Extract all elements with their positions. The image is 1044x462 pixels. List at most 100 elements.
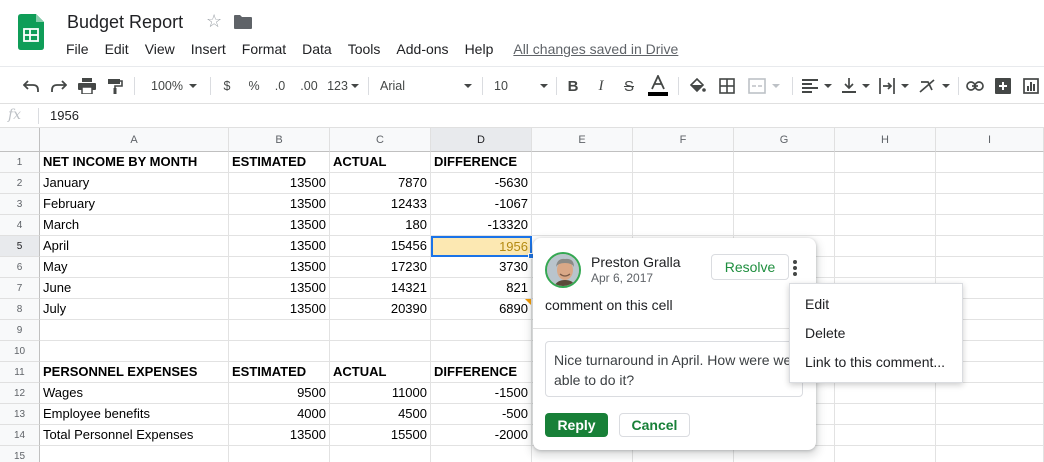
cell-i6[interactable] [936, 257, 1044, 278]
bold-icon[interactable]: B [564, 74, 582, 98]
insert-link-icon[interactable] [964, 74, 986, 98]
cell-b13[interactable]: 4000 [229, 404, 330, 425]
cell-b11[interactable]: ESTIMATED [229, 362, 330, 383]
cell-h13[interactable] [835, 404, 936, 425]
cell-c2[interactable]: 7870 [330, 173, 431, 194]
cell-d10[interactable] [431, 341, 532, 362]
folder-icon[interactable] [234, 15, 252, 29]
column-header-g[interactable]: G [734, 128, 835, 152]
menu-item-edit[interactable]: Edit [790, 290, 962, 319]
cell-g2[interactable] [734, 173, 835, 194]
cell-f2[interactable] [633, 173, 734, 194]
cell-d2[interactable]: -5630 [431, 173, 532, 194]
star-icon[interactable]: ☆ [206, 11, 222, 32]
cell-a13[interactable]: Employee benefits [40, 404, 229, 425]
cell-c3[interactable]: 12433 [330, 194, 431, 215]
row-header-14[interactable]: 14 [0, 425, 40, 446]
cell-b7[interactable]: 13500 [229, 278, 330, 299]
increase-decimals-button[interactable]: .00 [296, 74, 322, 98]
column-header-a[interactable]: A [40, 128, 229, 152]
menu-insert[interactable]: Insert [183, 40, 234, 58]
fill-color-icon[interactable] [686, 74, 708, 98]
cell-i4[interactable] [936, 215, 1044, 236]
cell-g1[interactable] [734, 152, 835, 173]
resolve-button[interactable]: Resolve [711, 254, 789, 280]
formula-input[interactable]: 1956 [50, 108, 79, 123]
column-header-i[interactable]: I [936, 128, 1044, 152]
cell-h6[interactable] [835, 257, 936, 278]
cell-f1[interactable] [633, 152, 734, 173]
row-header-7[interactable]: 7 [0, 278, 40, 299]
cell-a4[interactable]: March [40, 215, 229, 236]
cell-f4[interactable] [633, 215, 734, 236]
cell-c12[interactable]: 11000 [330, 383, 431, 404]
more-vert-icon[interactable] [790, 258, 800, 278]
menu-file[interactable]: File [58, 40, 97, 58]
column-header-b[interactable]: B [229, 128, 330, 152]
currency-format-button[interactable]: $ [218, 74, 236, 98]
percent-format-button[interactable]: % [244, 74, 264, 98]
cell-b5[interactable]: 13500 [229, 236, 330, 257]
text-rotation-icon[interactable] [916, 74, 952, 98]
cell-c7[interactable]: 14321 [330, 278, 431, 299]
cell-i14[interactable] [936, 425, 1044, 446]
cell-a7[interactable]: June [40, 278, 229, 299]
cell-b8[interactable]: 13500 [229, 299, 330, 320]
zoom-select[interactable]: 100% [146, 74, 202, 98]
column-header-c[interactable]: C [330, 128, 431, 152]
cell-i12[interactable] [936, 383, 1044, 404]
more-formats-select[interactable]: 123 [326, 74, 360, 98]
cell-a12[interactable]: Wages [40, 383, 229, 404]
cell-e1[interactable] [532, 152, 633, 173]
cell-c14[interactable]: 15500 [330, 425, 431, 446]
cell-e3[interactable] [532, 194, 633, 215]
cell-d5[interactable]: 1956 [431, 236, 532, 257]
text-wrapping-icon[interactable] [878, 74, 910, 98]
cell-a14[interactable]: Total Personnel Expenses [40, 425, 229, 446]
cell-d12[interactable]: -1500 [431, 383, 532, 404]
menu-format[interactable]: Format [234, 40, 294, 58]
cell-a10[interactable] [40, 341, 229, 362]
cell-g3[interactable] [734, 194, 835, 215]
menu-edit[interactable]: Edit [97, 40, 137, 58]
menu-tools[interactable]: Tools [340, 40, 389, 58]
row-header-6[interactable]: 6 [0, 257, 40, 278]
save-status-link[interactable]: All changes saved in Drive [509, 40, 682, 58]
sheets-logo-icon[interactable] [18, 14, 44, 50]
cell-a8[interactable]: July [40, 299, 229, 320]
menu-help[interactable]: Help [457, 40, 502, 58]
cell-c13[interactable]: 4500 [330, 404, 431, 425]
row-header-5[interactable]: 5 [0, 236, 40, 257]
cell-f3[interactable] [633, 194, 734, 215]
cell-b4[interactable]: 13500 [229, 215, 330, 236]
horizontal-align-icon[interactable] [800, 74, 834, 98]
row-header-11[interactable]: 11 [0, 362, 40, 383]
menu-item-link-to-comment[interactable]: Link to this comment... [790, 348, 962, 377]
borders-icon[interactable] [716, 74, 738, 98]
row-header-8[interactable]: 8 [0, 299, 40, 320]
row-header-1[interactable]: 1 [0, 152, 40, 173]
cell-a2[interactable]: January [40, 173, 229, 194]
cell-c15[interactable] [330, 446, 431, 462]
cell-d14[interactable]: -2000 [431, 425, 532, 446]
cell-b12[interactable]: 9500 [229, 383, 330, 404]
cell-b6[interactable]: 13500 [229, 257, 330, 278]
row-header-12[interactable]: 12 [0, 383, 40, 404]
strikethrough-icon[interactable]: S [620, 74, 638, 98]
cell-a5[interactable]: April [40, 236, 229, 257]
cell-c11[interactable]: ACTUAL [330, 362, 431, 383]
cell-h3[interactable] [835, 194, 936, 215]
cell-d6[interactable]: 3730 [431, 257, 532, 278]
paint-format-icon[interactable] [104, 74, 126, 98]
cell-i13[interactable] [936, 404, 1044, 425]
cell-e4[interactable] [532, 215, 633, 236]
font-size-select[interactable]: 10 [494, 74, 548, 98]
select-all-corner[interactable] [0, 128, 40, 152]
cell-c4[interactable]: 180 [330, 215, 431, 236]
redo-icon[interactable] [48, 74, 70, 98]
cancel-button[interactable]: Cancel [619, 413, 690, 437]
cell-c5[interactable]: 15456 [330, 236, 431, 257]
row-header-13[interactable]: 13 [0, 404, 40, 425]
cell-d3[interactable]: -1067 [431, 194, 532, 215]
cell-h4[interactable] [835, 215, 936, 236]
